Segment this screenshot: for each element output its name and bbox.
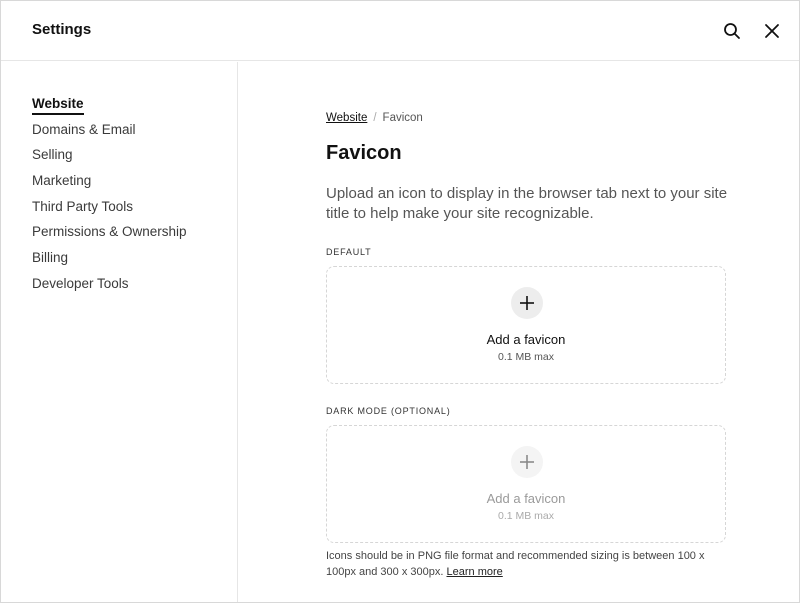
sidebar-item-developer-tools[interactable]: Developer Tools: [32, 274, 187, 300]
sidebar-item-label: Domains & Email: [32, 121, 136, 137]
plus-icon: [520, 455, 534, 469]
page-title: Favicon: [326, 142, 402, 164]
breadcrumb-current: Favicon: [382, 112, 423, 124]
sidebar-nav: Website Domains & Email Selling Marketin…: [32, 94, 187, 300]
plus-icon: [520, 296, 534, 310]
help-text: Icons should be in PNG file format and r…: [326, 550, 705, 578]
learn-more-link[interactable]: Learn more: [447, 566, 503, 578]
breadcrumb-link-website[interactable]: Website: [326, 112, 367, 124]
sidebar-item-permissions-ownership[interactable]: Permissions & Ownership: [32, 222, 187, 248]
sidebar-item-website[interactable]: Website: [32, 94, 187, 120]
close-icon: [765, 24, 779, 38]
add-dark-favicon-label: Add a favicon: [486, 491, 566, 506]
search-button[interactable]: [720, 19, 744, 43]
add-dark-favicon-button[interactable]: [511, 446, 543, 478]
search-icon: [724, 23, 740, 39]
sidebar-item-billing[interactable]: Billing: [32, 248, 187, 274]
default-favicon-dropzone[interactable]: Add a favicon 0.1 MB max: [326, 266, 726, 384]
sidebar-item-label: Selling: [32, 147, 73, 163]
breadcrumb: Website / Favicon: [326, 112, 423, 124]
settings-window: Settings Website Domains & Email Selling…: [0, 0, 800, 603]
dark-mode-section-label: DARK MODE (OPTIONAL): [326, 406, 451, 416]
breadcrumb-separator: /: [373, 112, 377, 124]
sidebar-item-domains-email[interactable]: Domains & Email: [32, 120, 187, 146]
size-limit-text: 0.1 MB max: [497, 351, 555, 363]
sidebar-item-label: Billing: [32, 250, 69, 266]
header: Settings: [1, 1, 799, 61]
sidebar: Website Domains & Email Selling Marketin…: [1, 62, 238, 602]
default-section-label: DEFAULT: [326, 247, 372, 257]
sidebar-item-label: Third Party Tools: [32, 198, 134, 214]
sidebar-item-label: Permissions & Ownership: [32, 224, 187, 240]
close-button[interactable]: [760, 19, 784, 43]
dark-mode-favicon-dropzone[interactable]: Add a favicon 0.1 MB max: [326, 425, 726, 543]
favicon-help-text: Icons should be in PNG file format and r…: [326, 548, 736, 580]
page-header-title: Settings: [32, 21, 92, 38]
sidebar-item-label: Marketing: [32, 173, 92, 189]
sidebar-item-label: Developer Tools: [32, 275, 129, 291]
sidebar-item-marketing[interactable]: Marketing: [32, 171, 187, 197]
main-panel: Website / Favicon Favicon Upload an icon t…: [239, 62, 799, 602]
add-favicon-label: Add a favicon: [486, 332, 566, 347]
dark-size-limit-text: 0.1 MB max: [497, 510, 555, 522]
add-favicon-button[interactable]: [511, 287, 543, 319]
sidebar-item-selling[interactable]: Selling: [32, 145, 187, 171]
sidebar-item-label: Website: [32, 95, 84, 115]
page-description: Upload an icon to display in the browser…: [326, 185, 728, 222]
sidebar-item-third-party-tools[interactable]: Third Party Tools: [32, 197, 187, 223]
